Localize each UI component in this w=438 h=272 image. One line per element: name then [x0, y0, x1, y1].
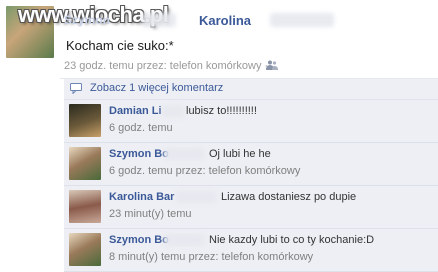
comments-section: Zobacz 1 więcej komentarz Damian Li lubi…	[64, 79, 438, 272]
comment-author-avatar[interactable]	[69, 104, 101, 137]
comment-author-name[interactable]: Szymon Bo	[109, 148, 169, 160]
comment-author-avatar[interactable]	[69, 190, 101, 223]
comment-item: Karolina Bar Lizawa dostaniesz po dupie …	[64, 186, 438, 229]
blur-mask	[142, 13, 176, 27]
comment-author-avatar[interactable]	[69, 233, 101, 266]
comment-timestamp: 8 minut(y) temu przez: telefon komórkowy	[109, 251, 314, 263]
comment-text: Oj lubi he he	[209, 148, 271, 160]
comment-author-name[interactable]: Szymon Bo	[109, 234, 169, 246]
post-timestamp: 23 godz. temu przez: telefon komórkowy ·	[64, 60, 269, 72]
blur-mask	[162, 105, 184, 117]
blur-mask	[270, 13, 334, 27]
comment-text: Lizawa dostaniesz po dupie	[221, 191, 357, 203]
blur-mask	[176, 191, 216, 203]
people-icon	[266, 60, 278, 70]
view-more-comments[interactable]: Zobacz 1 więcej komentarz	[64, 79, 438, 100]
comment-item: Szymon Bo Nie kazdy lubi to co ty kochan…	[64, 229, 438, 272]
speech-bubble-icon	[70, 83, 82, 94]
view-more-comments-link[interactable]: Zobacz 1 więcej komentarz	[90, 82, 223, 94]
post-header: Szymon Karolina	[64, 13, 424, 29]
comment-item: Damian Li lubisz to!!!!!!!!!! 6 godz. te…	[64, 100, 438, 143]
comment-item: Szymon Bo Oj lubi he he 6 godz. temu prz…	[64, 143, 438, 186]
post-author-name[interactable]: Szymon	[64, 13, 110, 27]
comment-text: Nie kazdy lubi to co ty kochanie:D	[209, 234, 375, 246]
comment-author-name[interactable]: Karolina Bar	[109, 191, 174, 203]
comment-author-name[interactable]: Damian Li	[109, 105, 162, 117]
blur-mask	[164, 234, 204, 246]
comment-timestamp: 6 godz. temu przez: telefon komórkowy	[109, 165, 301, 177]
post-recipient-name[interactable]: Karolina	[199, 13, 251, 28]
comment-timestamp: 6 godz. temu	[109, 122, 173, 134]
post-message: Kocham cie suko:*	[66, 38, 174, 53]
blur-mask	[164, 148, 204, 160]
comment-timestamp: 23 minut(y) temu	[109, 208, 192, 220]
comment-text: lubisz to!!!!!!!!!!	[186, 105, 257, 117]
comment-author-avatar[interactable]	[69, 147, 101, 180]
